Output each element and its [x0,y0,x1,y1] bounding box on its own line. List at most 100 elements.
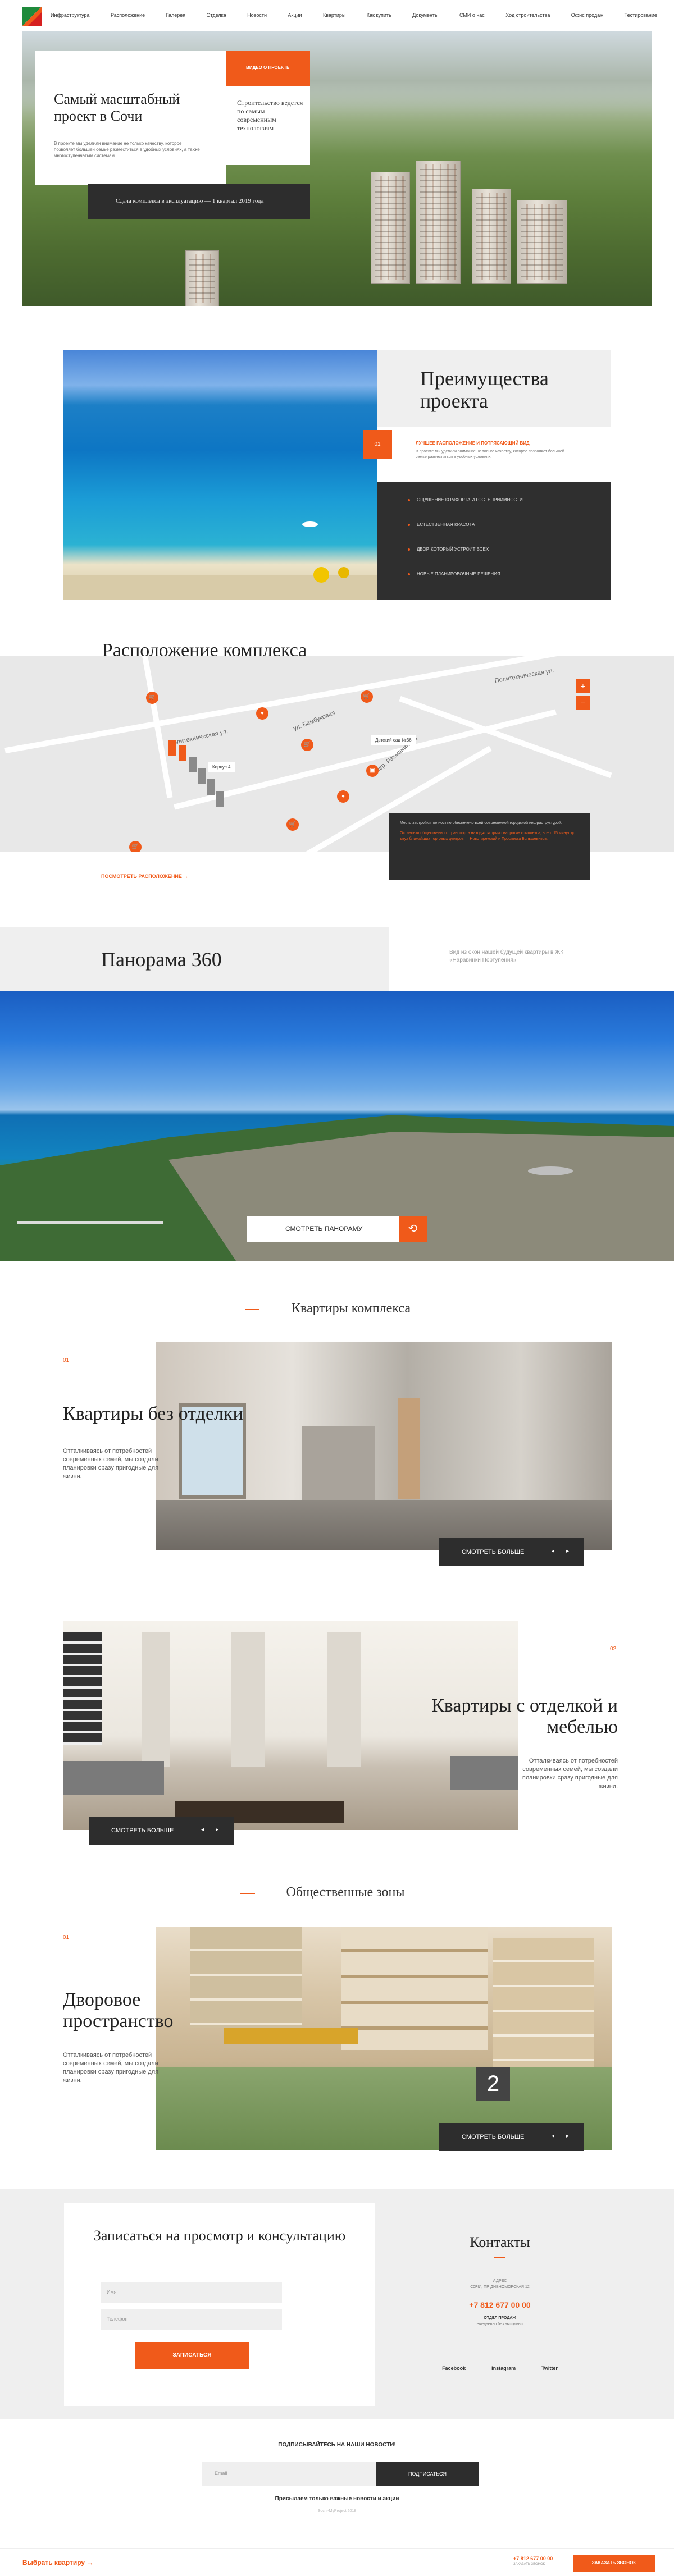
zoom-in-button[interactable]: + [576,679,590,693]
cart-icon[interactable]: 🛒 [361,690,373,703]
nav-item[interactable]: Как купить [367,12,391,18]
phone-input[interactable]: Телефон [101,2309,282,2330]
next-arrow-icon[interactable]: ▸ [566,2133,569,2139]
advantages-list: ОЩУЩЕНИЕ КОМФОРТА И ГОСТЕПРИИМНОСТИ ЕСТЕС… [377,482,611,600]
phone-link[interactable]: +7 812 677 00 00 [393,2300,607,2309]
zoom-out-button[interactable]: − [576,696,590,710]
nav-item[interactable]: Тестирование [625,12,657,18]
apartment-text: Отталкиваясь от потребностей современных… [63,1448,159,1480]
social-links: Facebook Instagram Twitter [393,2365,607,2371]
nav-item[interactable]: Ход строительства [506,12,550,18]
nav-item[interactable]: Инфраструктура [51,12,90,18]
top-nav: Инфраструктура Расположение Галерея Отделка… [0,0,674,31]
location-info-card: Место застройки полностью обеспечено все… [389,813,590,880]
logo-icon[interactable] [22,7,42,26]
nav-item[interactable]: Акции [288,12,302,18]
location-card-text: Место застройки полностью обеспечено все… [400,821,562,825]
cart-icon[interactable]: 🛒 [129,841,142,852]
section-dash [245,1309,259,1310]
choose-apartment-link[interactable]: Выбрать квартиру → [22,2559,93,2566]
hours: ежедневно без выходных [476,2322,523,2326]
address: СОЧИ, ПР. ДИВНОМОРСКАЯ 12 [470,2285,530,2289]
nav-item[interactable]: Галерея [166,12,186,18]
street-label: ул. Бамбуковая [292,709,336,733]
building-markers[interactable] [168,740,230,818]
public-section-title: Общественные зоны [286,1885,405,1900]
newsletter-title: ПОДПИСЫВАЙТЕСЬ НА НАШИ НОВОСТИ! [278,2442,396,2448]
nav-menu: Инфраструктура Расположение Галерея Отделка… [51,12,657,18]
unfinished-apartment-image [156,1342,612,1550]
advantage-item[interactable]: ОЩУЩЕНИЕ КОМФОРТА И ГОСТЕПРИИМНОСТИ [408,497,523,502]
copyright: Sochi-MyProject 2018 [317,2509,357,2513]
apartment-title: Квартиры без отделки [63,1403,243,1424]
advantage-item[interactable]: ЕСТЕСТВЕННАЯ КРАСОТА [407,522,475,527]
map-pin-icon[interactable]: ● [337,790,349,803]
apartment-number: 01 [63,1357,70,1364]
see-more-button[interactable]: СМОТРЕТЬ БОЛЬШЕ ◂ ▸ [439,2123,584,2151]
nav-item[interactable]: Офис продаж [571,12,603,18]
view-panorama-button[interactable]: СМОТРЕТЬ ПАНОРАМУ [247,1216,399,1242]
advantage-item[interactable]: НОВЫЕ ПЛАНИРОВОЧНЫЕ РЕШЕНИЯ [408,571,500,576]
submit-button[interactable]: ЗАПИСАТЬСЯ [135,2342,249,2369]
street-label: Политехническая ул. [494,667,555,685]
beach-illustration [63,521,377,600]
advantages-text: В проекте мы уделили внимание не только … [416,450,564,459]
apartments-section-title: Квартиры комплекса [291,1301,411,1316]
public-title: Дворовое пространство [63,1989,174,2031]
courtyard-image: 2 [156,1927,612,2150]
next-arrow-icon[interactable]: ▸ [566,1548,569,1554]
prev-arrow-icon[interactable]: ◂ [552,2133,554,2139]
contacts-dash [494,2257,506,2258]
footer-phone[interactable]: +7 812 677 00 00 [513,2556,553,2561]
panorama-title: Панорама 360 [101,948,222,971]
callback-button[interactable]: ЗАКАЗАТЬ ЗВОНОК [573,2555,655,2572]
hero-banner: Сдача комплекса в эксплуатацию — 1 кварт… [88,184,310,219]
kindergarten-tooltip: Детский сад №36 [371,735,416,745]
public-number: 01 [63,1934,70,1941]
building-icon[interactable]: ▣ [366,765,379,777]
arrow-right-icon: → [86,2559,94,2566]
apartment-title: Квартиры с отделкой и мебелью [431,1695,618,1737]
nav-item[interactable]: Новости [247,12,267,18]
nav-item[interactable]: СМИ о нас [459,12,485,18]
address-label: АДРЕС [493,2279,507,2283]
video-button[interactable]: ВИДЕО О ПРОЕКТЕ [226,51,310,86]
facebook-link[interactable]: Facebook [442,2365,466,2371]
advantages-number[interactable]: 01 [363,430,392,459]
instagram-link[interactable]: Instagram [491,2365,516,2371]
newsletter-email-input[interactable]: Email [202,2462,376,2486]
advantages-sea-image [63,350,377,600]
subscribe-button[interactable]: ПОДПИСАТЬСЯ [376,2462,479,2486]
advantage-item[interactable]: ДВОР, КОТОРЫЙ УСТРОИТ ВСЕХ [407,547,489,552]
rotate-360-icon[interactable]: ⟲ [399,1216,427,1242]
building-tooltip: Корпус 4 [208,762,235,772]
advantages-title: Преимущества проекта [420,367,549,412]
name-input[interactable]: Имя [101,2282,282,2303]
next-arrow-icon[interactable]: ▸ [216,1827,218,1833]
cart-icon[interactable]: 🛒 [301,739,313,751]
newsletter-subtitle: Присылаем только важные новости и акции [275,2496,399,2502]
hero-title: Самый масштабный проект в Сочи [54,91,180,124]
nav-item[interactable]: Расположение [111,12,145,18]
see-more-button[interactable]: СМОТРЕТЬ БОЛЬШЕ ◂ ▸ [439,1538,584,1566]
hours-label: ОТДЕЛ ПРОДАЖ [484,2316,516,2320]
twitter-link[interactable]: Twitter [541,2365,558,2371]
nav-item[interactable]: Документы [412,12,438,18]
hero-side-card: Строительство ведется по самым современн… [226,86,310,165]
footer-callback-label: ЗАКАЗАТЬ ЗВОНОК [513,2563,545,2566]
panorama-description: Вид из окон нашей будущей квартиры в ЖК … [449,949,564,963]
view-location-link[interactable]: ПОСМОТРЕТЬ РАСПОЛОЖЕНИЕ → [101,873,188,879]
contacts-title: Контакты [470,2234,530,2250]
cart-icon[interactable]: 🛒 [146,692,158,704]
nav-item[interactable]: Отделка [207,12,226,18]
prev-arrow-icon[interactable]: ◂ [552,1548,554,1554]
prev-arrow-icon[interactable]: ◂ [201,1827,204,1833]
cart-icon[interactable]: 🛒 [286,818,299,831]
see-more-button[interactable]: СМОТРЕТЬ БОЛЬШЕ ◂ ▸ [89,1817,234,1845]
section-dash [240,1893,255,1894]
form-title: Записаться на просмотр и консультацию [93,2227,346,2244]
hero-text: В проекте мы уделили внимание не только … [54,141,200,158]
nav-item[interactable]: Квартиры [323,12,345,18]
public-text: Отталкиваясь от потребностей современных… [63,2052,159,2084]
map-pin-icon[interactable]: ● [256,707,268,720]
